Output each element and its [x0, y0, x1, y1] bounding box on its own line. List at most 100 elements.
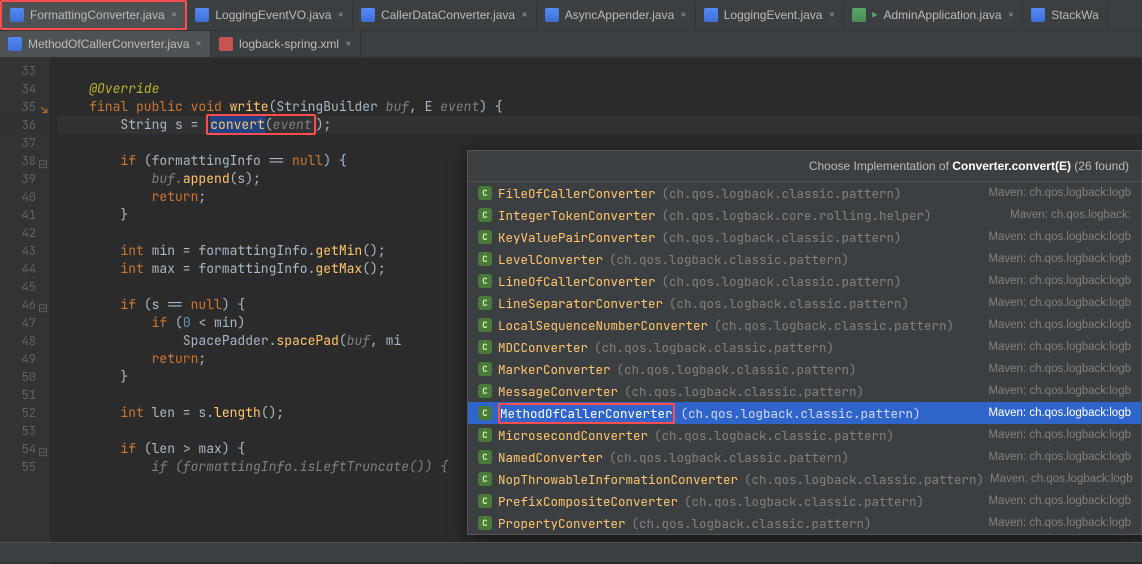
implementation-row[interactable]: CMethodOfCallerConverter (ch.qos.logback…	[468, 402, 1141, 424]
override-gutter-icon[interactable]: ↘	[38, 101, 48, 111]
impl-class-name: LocalSequenceNumberConverter	[498, 317, 708, 334]
implementation-row[interactable]: CKeyValuePairConverter (ch.qos.logback.c…	[468, 226, 1141, 248]
code-area[interactable]: @Override final public void write(String…	[50, 58, 1142, 564]
close-icon[interactable]: ×	[680, 8, 687, 22]
file-tab[interactable]: ▶AdminApplication.java×	[844, 2, 1023, 28]
impl-source: Maven: ch.qos.logback:logb	[988, 275, 1131, 287]
file-tab[interactable]: logback-spring.xml×	[211, 31, 361, 57]
implementation-row[interactable]: CLevelConverter (ch.qos.logback.classic.…	[468, 248, 1141, 270]
line-number[interactable]: 40	[0, 188, 50, 206]
implementation-row[interactable]: CLineSeparatorConverter (ch.qos.logback.…	[468, 292, 1141, 314]
line-number[interactable]: 38⊟	[0, 152, 50, 170]
t: SpacePadder.	[183, 332, 277, 349]
kw: int	[120, 242, 151, 259]
popup-header: Choose Implementation of Converter.conve…	[468, 151, 1141, 182]
line-number[interactable]: 44	[0, 260, 50, 278]
impl-package: (ch.qos.logback.classic.pattern)	[632, 515, 872, 532]
fold-gutter-icon[interactable]: ⊟	[38, 443, 48, 453]
file-tab[interactable]: AsyncAppender.java×	[537, 2, 696, 28]
m: getMax	[315, 260, 362, 277]
line-number[interactable]: 43	[0, 242, 50, 260]
line-number[interactable]: 54⊟	[0, 440, 50, 458]
line-number[interactable]: 53	[0, 422, 50, 440]
line-number[interactable]: 33	[0, 62, 50, 80]
line-number[interactable]: 52	[0, 404, 50, 422]
t: min = formattingInfo.	[152, 242, 316, 259]
implementation-row[interactable]: CFileOfCallerConverter (ch.qos.logback.c…	[468, 182, 1141, 204]
impl-source: Maven: ch.qos.logback:logb	[988, 517, 1131, 529]
implementation-row[interactable]: CNopThrowableInformationConverter (ch.qo…	[468, 468, 1141, 490]
line-number[interactable]: 39	[0, 170, 50, 188]
impl-class-name: MicrosecondConverter	[498, 427, 648, 444]
file-tab[interactable]: CallerDataConverter.java ×	[353, 2, 537, 28]
implementation-row[interactable]: CMessageConverter (ch.qos.logback.classi…	[468, 380, 1141, 402]
implementation-row[interactable]: CMDCConverter (ch.qos.logback.classic.pa…	[468, 336, 1141, 358]
file-tab[interactable]: LoggingEvent.java×	[696, 2, 844, 28]
t: ();	[362, 242, 385, 259]
fold-gutter-icon[interactable]: ⊟	[38, 299, 48, 309]
file-tab[interactable]: StackWa	[1023, 2, 1108, 28]
line-number[interactable]: 41	[0, 206, 50, 224]
impl-source: Maven: ch.qos.logback:logb	[988, 495, 1131, 507]
file-tab[interactable]: MethodOfCallerConverter.java ×	[0, 31, 211, 57]
line-number[interactable]: 50	[0, 368, 50, 386]
impl-package: (ch.qos.logback.classic.pattern)	[594, 339, 834, 356]
implementation-row[interactable]: CPrefixCompositeConverter (ch.qos.logbac…	[468, 490, 1141, 512]
impl-source: Maven: ch.qos.logback:logb	[988, 231, 1131, 243]
implementation-row[interactable]: CPropertyConverter (ch.qos.logback.class…	[468, 512, 1141, 534]
line-number[interactable]: 37	[0, 134, 50, 152]
line-number[interactable]: 34	[0, 80, 50, 98]
implementation-row[interactable]: CMarkerConverter (ch.qos.logback.classic…	[468, 358, 1141, 380]
implementation-row[interactable]: CLocalSequenceNumberConverter (ch.qos.lo…	[468, 314, 1141, 336]
impl-class-name: LineOfCallerConverter	[498, 273, 656, 290]
close-icon[interactable]: ×	[828, 8, 835, 22]
class-icon: C	[478, 494, 492, 508]
popup-body[interactable]: CFileOfCallerConverter (ch.qos.logback.c…	[468, 182, 1141, 534]
line-number[interactable]: 55	[0, 458, 50, 476]
line-number[interactable]: 36	[0, 116, 50, 134]
line-number[interactable]: 35↘	[0, 98, 50, 116]
impl-package: (ch.qos.logback.classic.pattern)	[609, 449, 849, 466]
line-number[interactable]: 51	[0, 386, 50, 404]
implementations-popup[interactable]: Choose Implementation of Converter.conve…	[467, 150, 1142, 535]
close-icon[interactable]: ×	[195, 37, 202, 51]
close-icon[interactable]: ×	[521, 8, 528, 22]
file-tab[interactable]: LoggingEventVO.java×	[187, 2, 353, 28]
impl-class-name: KeyValuePairConverter	[498, 229, 656, 246]
impl-source: Maven: ch.qos.logback:logb	[990, 473, 1133, 485]
close-icon[interactable]: ×	[337, 8, 344, 22]
file-tab[interactable]: FormattingConverter.java ×	[0, 0, 187, 30]
line-number[interactable]: 42	[0, 224, 50, 242]
close-icon[interactable]: ×	[345, 37, 352, 51]
t: (s);	[230, 170, 261, 187]
impl-package: (ch.qos.logback.classic.pattern)	[669, 295, 909, 312]
t: if (formattingInfo.isLeftTruncate()) {	[152, 458, 448, 475]
impl-package: (ch.qos.logback.classic.pattern)	[654, 427, 894, 444]
implementation-row[interactable]: CIntegerTokenConverter (ch.qos.logback.c…	[468, 204, 1141, 226]
implementation-row[interactable]: CNamedConverter (ch.qos.logback.classic.…	[468, 446, 1141, 468]
line-number[interactable]: 47	[0, 314, 50, 332]
impl-package: (ch.qos.logback.classic.pattern)	[714, 317, 954, 334]
tab-label: FormattingConverter.java	[30, 8, 165, 22]
popup-title-target: Converter.convert(E)	[952, 159, 1071, 173]
line-number[interactable]: 48	[0, 332, 50, 350]
gutter: 333435↘363738⊟3940414243444546⊟474849505…	[0, 58, 50, 564]
close-icon[interactable]: ×	[171, 8, 178, 22]
line-number[interactable]: 49	[0, 350, 50, 368]
impl-source: Maven: ch.qos.logback:logb	[988, 319, 1131, 331]
tab-label: CallerDataConverter.java	[381, 8, 515, 22]
close-icon[interactable]: ×	[1008, 8, 1015, 22]
line-number[interactable]: 45	[0, 278, 50, 296]
method: write	[230, 98, 269, 115]
line-number[interactable]: 46⊟	[0, 296, 50, 314]
tab-label: MethodOfCallerConverter.java	[28, 37, 189, 51]
method[interactable]: convert	[210, 116, 265, 133]
class-icon: C	[478, 472, 492, 486]
implementation-row[interactable]: CMicrosecondConverter (ch.qos.logback.cl…	[468, 424, 1141, 446]
xml-file-icon	[219, 37, 233, 51]
kw: if	[120, 152, 143, 169]
impl-source: Maven: ch.qos.logback:logb	[988, 429, 1131, 441]
fold-gutter-icon[interactable]: ⊟	[38, 155, 48, 165]
implementation-row[interactable]: CLineOfCallerConverter (ch.qos.logback.c…	[468, 270, 1141, 292]
kw: null	[292, 152, 323, 169]
